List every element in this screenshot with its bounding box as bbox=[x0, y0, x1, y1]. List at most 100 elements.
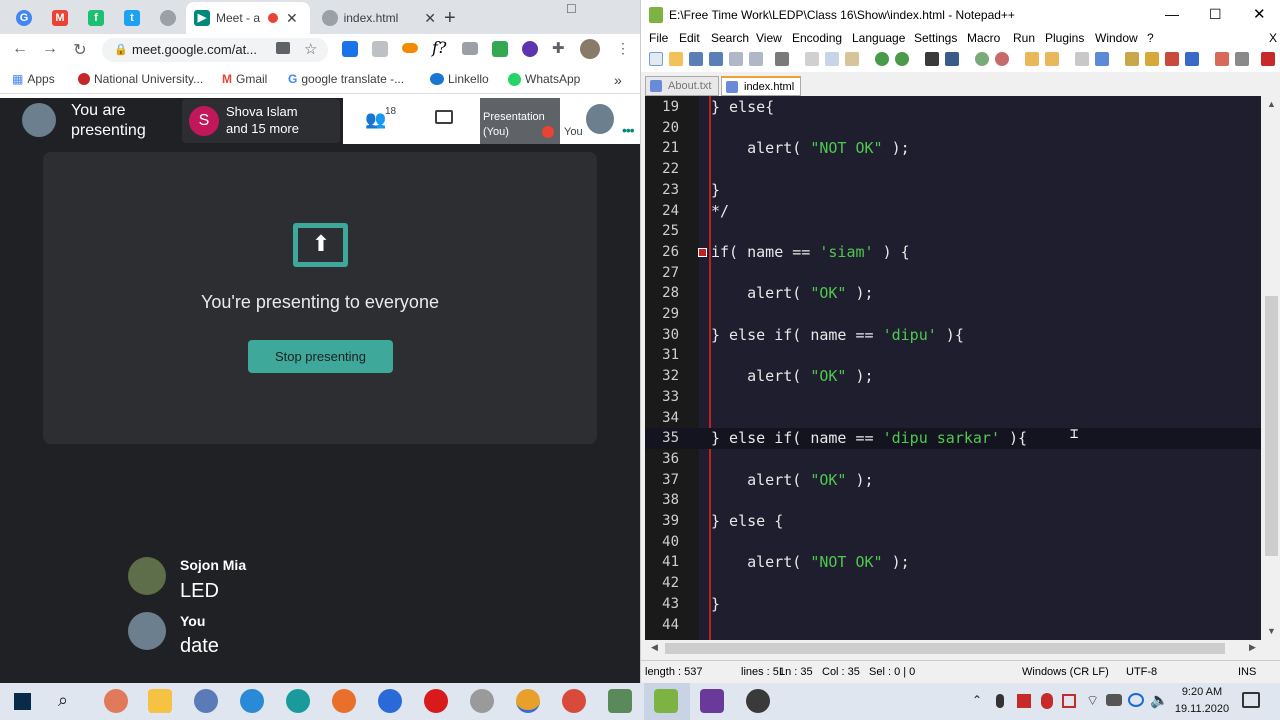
tray-icon-1[interactable] bbox=[1017, 694, 1031, 708]
zoom-in-icon[interactable] bbox=[975, 52, 989, 66]
participant-chip[interactable]: S Shova Islam and 15 more bbox=[182, 99, 340, 143]
extension-icon-3[interactable] bbox=[402, 43, 418, 53]
firefox-dev-icon[interactable] bbox=[378, 689, 402, 713]
menu-window[interactable]: Window bbox=[1095, 31, 1138, 45]
app-icon-green[interactable] bbox=[608, 689, 632, 713]
redo-icon[interactable] bbox=[895, 52, 909, 66]
extension-icon-1[interactable] bbox=[342, 41, 358, 57]
show-all-chars-icon[interactable] bbox=[1095, 52, 1109, 66]
paste-icon[interactable] bbox=[845, 52, 859, 66]
play-macro-icon[interactable] bbox=[1261, 52, 1275, 66]
clock-time[interactable]: 9:20 AM bbox=[1174, 686, 1230, 698]
close-doc-x[interactable]: X bbox=[1269, 31, 1277, 45]
chrome-canary-icon[interactable] bbox=[562, 689, 586, 713]
undo-icon[interactable] bbox=[875, 52, 889, 66]
pinned-tab-twitter[interactable]: t bbox=[124, 2, 140, 34]
notepadpp-taskbar-icon[interactable] bbox=[654, 689, 678, 713]
menu-dots-icon[interactable]: ⋮ bbox=[616, 40, 630, 57]
tab-meet[interactable]: ▶ Meet - a ✕ bbox=[186, 2, 310, 34]
camera-icon[interactable] bbox=[276, 42, 290, 54]
word-wrap-icon[interactable] bbox=[1075, 52, 1089, 66]
close-all-icon[interactable] bbox=[749, 52, 763, 66]
extension-icon-2[interactable] bbox=[372, 41, 388, 57]
screenshot-icon[interactable] bbox=[462, 42, 478, 55]
tab-index-html[interactable]: index.html ✕ bbox=[316, 2, 436, 34]
replace-icon[interactable] bbox=[945, 52, 959, 66]
firefox-icon[interactable] bbox=[332, 689, 356, 713]
visual-studio-icon[interactable] bbox=[700, 689, 724, 713]
file-explorer-icon[interactable] bbox=[148, 689, 172, 713]
bookmark-linkello[interactable]: Linkello bbox=[430, 72, 489, 86]
app-icon-gray[interactable] bbox=[470, 689, 494, 713]
pinned-tab-fiverr[interactable]: f bbox=[88, 2, 104, 34]
print-icon[interactable] bbox=[775, 52, 789, 66]
close-tab-icon[interactable]: ✕ bbox=[424, 10, 436, 27]
menu-plugins[interactable]: Plugins bbox=[1045, 31, 1084, 45]
menu-encoding[interactable]: Encoding bbox=[792, 31, 842, 45]
wifi-icon[interactable]: ⌔ bbox=[1086, 692, 1099, 710]
open-file-icon[interactable] bbox=[669, 52, 683, 66]
pinned-tab-gmail[interactable]: M bbox=[52, 2, 68, 34]
stop-presenting-button[interactable]: Stop presenting bbox=[248, 340, 393, 373]
tab-about-txt[interactable]: About.txt ⊠ bbox=[645, 76, 719, 110]
chat-icon[interactable] bbox=[435, 110, 453, 124]
scroll-up-icon[interactable]: ▲ bbox=[1267, 99, 1276, 109]
menu-settings[interactable]: Settings bbox=[914, 31, 957, 45]
doc-map-icon[interactable] bbox=[1145, 52, 1159, 66]
scroll-down-icon[interactable]: ▼ bbox=[1267, 626, 1276, 636]
formula-icon[interactable]: f? bbox=[432, 38, 447, 57]
code-editor[interactable]: 19} else{20 21 alert( "NOT OK" ); 22 23} 24 *… bbox=[645, 96, 1261, 640]
tab-index-html[interactable]: index.html ⊠ bbox=[721, 76, 801, 111]
clock-date[interactable]: 19.11.2020 bbox=[1172, 703, 1232, 715]
more-options-icon[interactable]: ••• bbox=[622, 122, 635, 138]
menu-search[interactable]: Search bbox=[711, 31, 749, 45]
app-icon-snip[interactable] bbox=[104, 689, 128, 713]
search-icon[interactable]: ⌕ bbox=[58, 690, 68, 711]
fold-marker-icon[interactable] bbox=[698, 247, 707, 257]
maximize-icon[interactable]: ☐ bbox=[566, 2, 577, 16]
tray-icon-4[interactable] bbox=[1128, 693, 1144, 707]
save-icon[interactable] bbox=[689, 52, 703, 66]
vertical-scrollbar[interactable]: ▲ ▼ bbox=[1263, 96, 1280, 640]
scroll-right-icon[interactable]: ▶ bbox=[1249, 642, 1256, 653]
star-icon[interactable]: ☆ bbox=[304, 40, 317, 58]
folder-workspace-icon[interactable] bbox=[1185, 52, 1199, 66]
save-all-icon[interactable] bbox=[709, 52, 723, 66]
forward-icon[interactable]: → bbox=[40, 40, 60, 58]
menu-language[interactable]: Language bbox=[852, 31, 905, 45]
sync-h-icon[interactable] bbox=[1045, 52, 1059, 66]
menu-macro[interactable]: Macro bbox=[967, 31, 1000, 45]
close-tab-icon[interactable]: ✕ bbox=[286, 10, 298, 27]
chrome-icon[interactable] bbox=[516, 689, 540, 713]
new-file-icon[interactable] bbox=[649, 52, 663, 66]
cut-icon[interactable] bbox=[805, 52, 819, 66]
bookmark-apps[interactable]: ▦ Apps bbox=[12, 72, 55, 86]
volume-icon[interactable]: 🔈 bbox=[1150, 691, 1169, 709]
sync-v-icon[interactable] bbox=[1025, 52, 1039, 66]
tray-icon-3[interactable] bbox=[1106, 694, 1122, 706]
show-hidden-icons-icon[interactable]: ⌃ bbox=[972, 693, 982, 707]
indent-guide-icon[interactable] bbox=[1125, 52, 1139, 66]
settings-gear-icon[interactable] bbox=[746, 689, 770, 713]
menu-file[interactable]: File bbox=[649, 31, 668, 45]
menu-help[interactable]: ? bbox=[1147, 31, 1154, 45]
pinned-tab-globe[interactable] bbox=[160, 2, 176, 34]
minimize-icon[interactable]: — bbox=[1165, 6, 1179, 22]
presentation-tile[interactable]: Presentation (You) bbox=[480, 98, 560, 144]
new-tab-button[interactable]: + bbox=[444, 2, 456, 34]
edge-icon[interactable] bbox=[286, 689, 310, 713]
function-list-icon[interactable] bbox=[1165, 52, 1179, 66]
maximize-icon[interactable]: ☐ bbox=[1209, 6, 1222, 23]
opera-icon[interactable] bbox=[424, 689, 448, 713]
horizontal-scrollbar[interactable]: ◀ ▶ bbox=[645, 640, 1263, 657]
scrollbar-thumb[interactable] bbox=[1265, 296, 1278, 556]
self-tile[interactable]: You ••• bbox=[560, 98, 640, 144]
copy-icon[interactable] bbox=[825, 52, 839, 66]
menu-edit[interactable]: Edit bbox=[679, 31, 700, 45]
scrollbar-thumb[interactable] bbox=[665, 643, 1225, 654]
bookmarks-overflow-icon[interactable]: » bbox=[614, 72, 622, 88]
reload-icon[interactable]: ↻ bbox=[70, 40, 90, 60]
menu-run[interactable]: Run bbox=[1013, 31, 1035, 45]
menu-view[interactable]: View bbox=[756, 31, 782, 45]
address-bar[interactable]: 🔒 meet.google.com/at... bbox=[102, 38, 328, 62]
